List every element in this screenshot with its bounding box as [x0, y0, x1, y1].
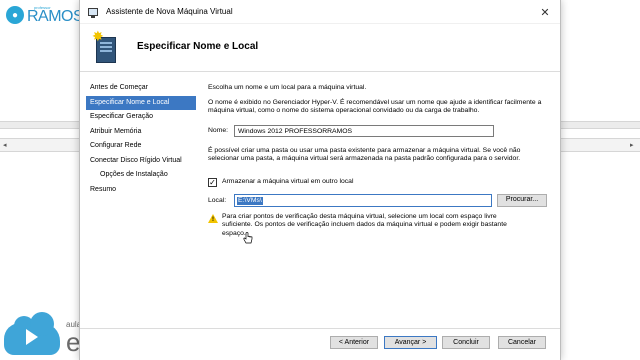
back-button[interactable]: < Anterior: [330, 336, 378, 349]
virtual-machine-icon: ✸: [92, 29, 120, 65]
nav-item-antes-de-comecar[interactable]: Antes de Começar: [86, 81, 196, 96]
nav-item-opcoes-instalacao[interactable]: Opções de Instalação: [86, 168, 196, 183]
nav-item-configurar-rede[interactable]: Configurar Rede: [86, 139, 196, 154]
nav-item-resumo[interactable]: Resumo: [86, 183, 196, 198]
nav-item-conectar-disco[interactable]: Conectar Disco Rígido Virtual: [86, 154, 196, 169]
professor-ramos-logo: ● professor RAMOS: [6, 4, 84, 26]
wizard-footer: < Anterior Avançar > Concluir Cancelar: [80, 328, 560, 360]
nav-item-atribuir-memoria[interactable]: Atribuir Memória: [86, 125, 196, 140]
store-location-option: ✓ Armazenar a máquina virtual em outro l…: [208, 178, 353, 187]
folder-info-text: É possível criar uma pasta ou usar uma p…: [208, 147, 521, 163]
title-bar: Assistente de Nova Máquina Virtual ✕: [80, 0, 560, 24]
location-value: E:\VMs\: [237, 197, 263, 205]
cloud-play-icon: [4, 312, 60, 355]
name-label: Nome:: [208, 127, 229, 134]
logo-mark: ●: [6, 6, 24, 24]
next-button[interactable]: Avançar >: [384, 336, 437, 349]
logo-text: RAMOS: [27, 8, 84, 25]
scroll-right-icon: ▸: [630, 142, 634, 149]
finish-button[interactable]: Concluir: [442, 336, 490, 349]
nav-item-especificar-nome-local[interactable]: Especificar Nome e Local: [86, 95, 196, 110]
location-label: Local:: [208, 197, 227, 204]
wizard-header: ✸ Especificar Nome e Local: [80, 24, 560, 72]
store-elsewhere-checkbox[interactable]: ✓: [208, 178, 217, 187]
location-input[interactable]: E:\VMs\: [234, 194, 492, 207]
nav-item-especificar-geracao[interactable]: Especificar Geração: [86, 110, 196, 125]
close-icon: ✕: [540, 6, 550, 19]
warning-icon: !: [208, 214, 218, 223]
scroll-left-icon: ◂: [3, 142, 7, 149]
page-title: Especificar Nome e Local: [137, 41, 259, 52]
warning-text: Para criar pontos de verificação desta m…: [222, 213, 507, 237]
intro-text: Escolha um nome e um local para a máquin…: [208, 84, 367, 91]
description-text: O nome é exibido no Gerenciador Hyper-V.…: [208, 99, 542, 115]
close-button[interactable]: ✕: [538, 5, 552, 19]
window-title: Assistente de Nova Máquina Virtual: [106, 7, 233, 16]
wizard-steps-nav: Antes de Começar Especificar Nome e Loca…: [86, 81, 196, 197]
store-checkbox-label: Armazenar a máquina virtual em outro loc…: [222, 178, 354, 186]
monitor-icon: [88, 7, 98, 18]
check-icon: ✓: [209, 177, 216, 187]
logo-small-text: professor: [34, 5, 51, 10]
new-vm-wizard-dialog: Assistente de Nova Máquina Virtual ✕ ✸ E…: [79, 0, 561, 360]
browse-button[interactable]: Procurar...: [497, 194, 547, 207]
cancel-button[interactable]: Cancelar: [498, 336, 546, 349]
vm-name-input[interactable]: [234, 125, 494, 137]
